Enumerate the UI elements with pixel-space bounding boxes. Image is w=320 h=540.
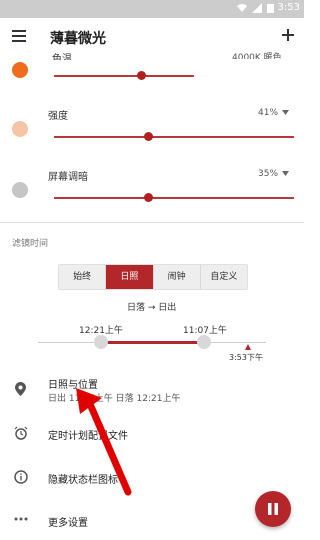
pause-fab[interactable] (255, 491, 291, 527)
dim-slider-thumb[interactable] (144, 193, 153, 202)
tab-custom[interactable]: 自定义 (200, 265, 247, 289)
now-marker-icon (245, 344, 251, 350)
intensity-swatch (12, 121, 28, 137)
dim-label: 屏幕调暗 (48, 172, 88, 183)
dim-value[interactable]: 35% (258, 169, 278, 179)
chevron-down-icon[interactable] (282, 171, 289, 176)
menu-item-more-settings[interactable]: 更多设置 (48, 514, 88, 529)
location-pin-icon (15, 382, 26, 396)
intensity-value[interactable]: 41% (258, 108, 278, 118)
now-marker-label: 3:53下午 (229, 353, 263, 362)
end-time-handle[interactable] (197, 335, 211, 349)
intensity-label: 强度 (48, 111, 68, 122)
more-horizontal-icon (14, 517, 28, 521)
add-icon[interactable] (282, 29, 294, 41)
filter-mode-tabs: 始终 日照 闹钟 自定义 (58, 264, 248, 290)
status-icons (237, 3, 274, 13)
annotation-arrow (76, 388, 132, 496)
tab-sunlight[interactable]: 日照 (106, 265, 154, 289)
status-bar: 3:53 (0, 0, 304, 18)
app-title: 薄暮微光 (50, 31, 106, 47)
intensity-slider[interactable] (54, 136, 294, 138)
divider (0, 222, 304, 223)
hamburger-menu-icon[interactable] (12, 30, 26, 42)
intensity-slider-thumb[interactable] (144, 132, 153, 141)
chevron-down-icon[interactable] (282, 110, 289, 115)
color-temp-swatch[interactable] (12, 62, 28, 78)
color-temp-slider[interactable] (54, 75, 194, 77)
color-temp-label: 色温 (52, 54, 72, 60)
time-range-fill (100, 341, 203, 344)
battery-icon (267, 4, 274, 13)
signal-icon (252, 3, 262, 13)
direction-text: 日落 → 日出 (127, 303, 177, 313)
app-bar: 薄暮微光 (0, 18, 304, 54)
dim-slider[interactable] (54, 197, 294, 199)
tab-alarm[interactable]: 闹钟 (153, 265, 201, 289)
start-time-handle[interactable] (94, 335, 108, 349)
wifi-icon (237, 4, 247, 12)
end-time-label: 11:07上午 (183, 326, 227, 336)
tab-always[interactable]: 始终 (59, 265, 107, 289)
pause-icon (268, 503, 278, 515)
color-temp-slider-thumb[interactable] (137, 71, 146, 80)
info-icon (14, 470, 28, 484)
alarm-clock-icon (14, 426, 28, 440)
status-time: 3:53 (277, 2, 300, 13)
section-label: 滤镜时间 (12, 239, 49, 249)
dim-swatch (12, 182, 28, 198)
color-temp-value[interactable]: 4000K 暖色 (232, 50, 282, 59)
